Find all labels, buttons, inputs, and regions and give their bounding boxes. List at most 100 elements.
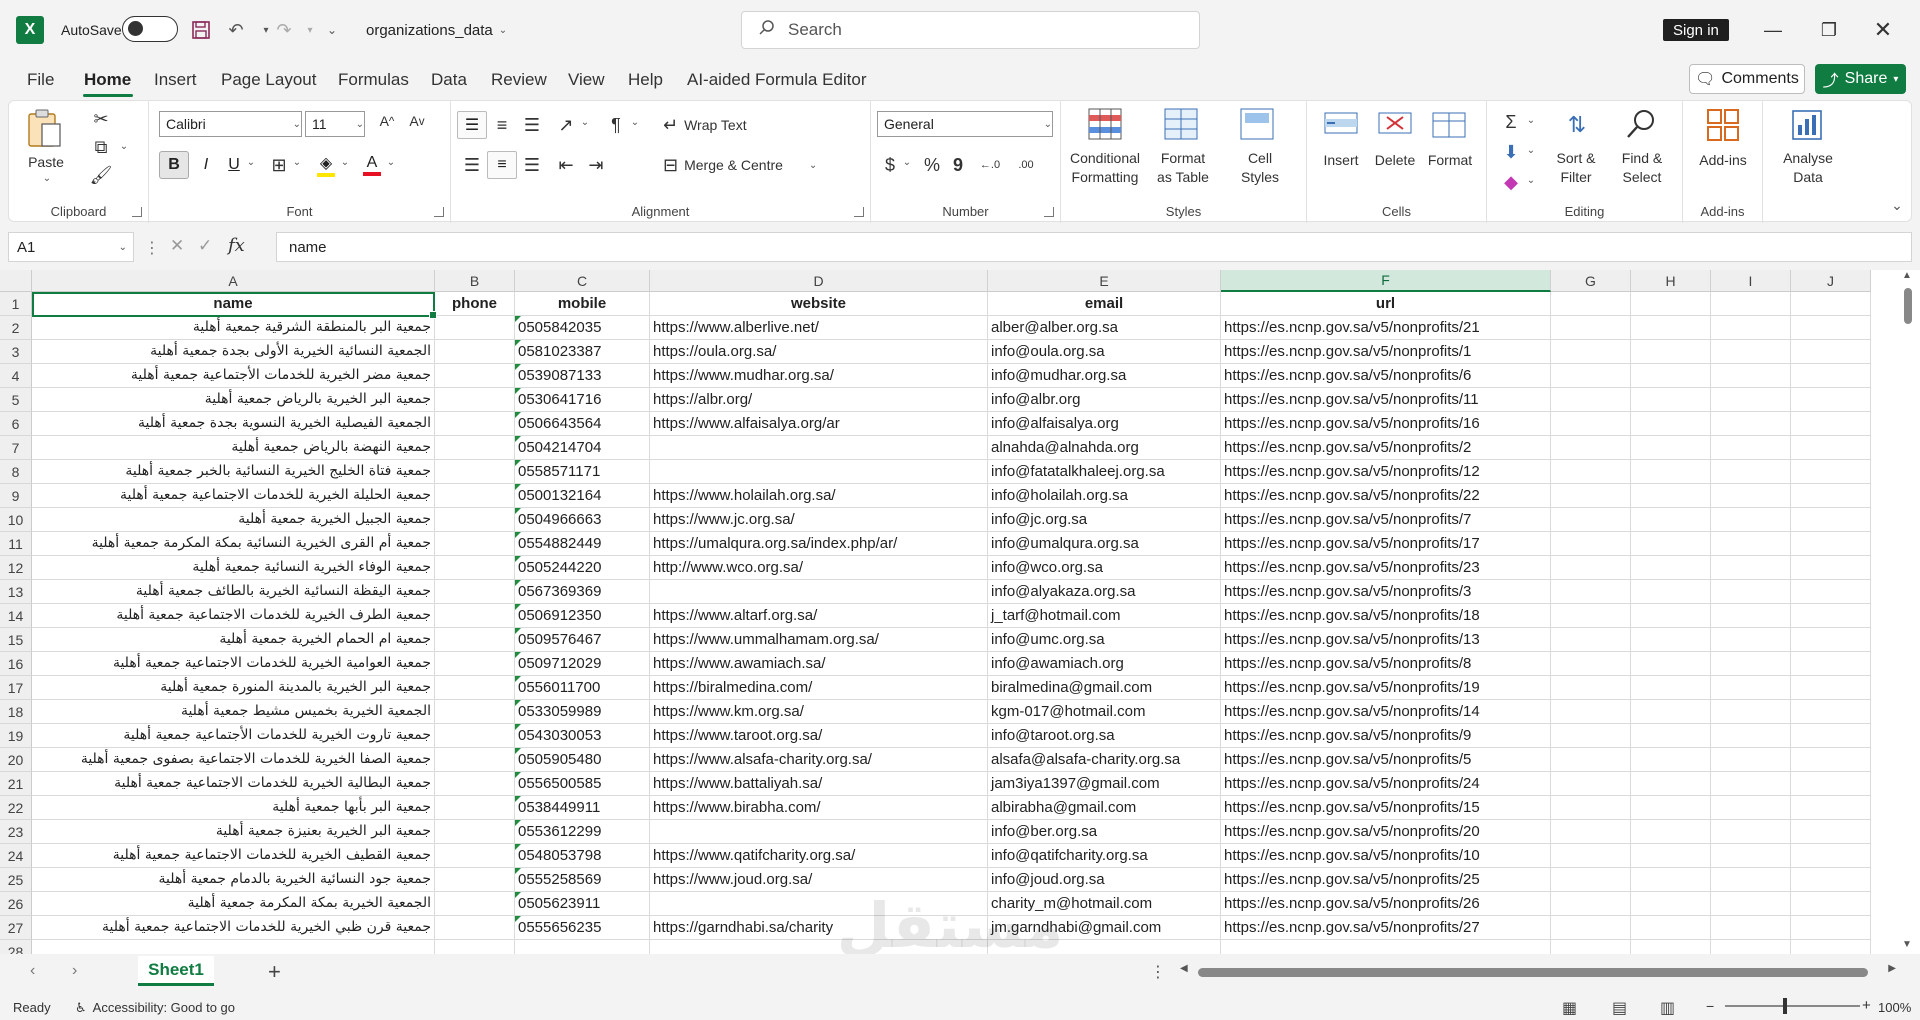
zoom-out-icon[interactable]: − [1706, 998, 1714, 1014]
table-cell[interactable]: الجمعية الخيرية بمكة المكرمة جمعية أهلية [32, 892, 435, 916]
column-header-g[interactable]: G [1551, 270, 1631, 292]
empty-cell[interactable] [1711, 340, 1791, 364]
empty-cell[interactable] [650, 940, 988, 954]
bold-button[interactable]: B [159, 151, 189, 179]
table-cell[interactable] [435, 892, 515, 916]
horizontal-scrollbar[interactable]: ◀ ▶ [1180, 963, 1896, 981]
table-cell[interactable] [650, 820, 988, 844]
table-cell[interactable]: الجمعية النسائية الخيرية الأولى بجدة جمع… [32, 340, 435, 364]
page-layout-view-icon[interactable]: ▤ [1612, 998, 1627, 1018]
font-name-select[interactable]: Calibri ⌄ [159, 111, 302, 137]
row-header[interactable]: 10 [0, 508, 32, 532]
empty-cell[interactable] [1551, 604, 1631, 628]
tab-formulas[interactable]: Formulas [338, 66, 409, 94]
accessibility-status[interactable]: ♿ Accessibility: Good to go [75, 1000, 235, 1016]
empty-cell[interactable] [1631, 388, 1711, 412]
empty-cell[interactable] [1791, 436, 1871, 460]
table-cell[interactable]: 0554882449 [515, 532, 650, 556]
empty-cell[interactable] [1631, 508, 1711, 532]
empty-cell[interactable] [1791, 868, 1871, 892]
empty-cell[interactable] [1551, 364, 1631, 388]
empty-cell[interactable] [1711, 412, 1791, 436]
tab-insert[interactable]: Insert [154, 66, 197, 94]
empty-cell[interactable] [1631, 340, 1711, 364]
table-cell[interactable] [435, 556, 515, 580]
table-cell[interactable]: info@alyakaza.org.sa [988, 580, 1221, 604]
table-cell[interactable]: جمعية الحليلة الخيرية للخدمات الاجتماعية… [32, 484, 435, 508]
table-cell[interactable]: 0533059989 [515, 700, 650, 724]
empty-cell[interactable] [1551, 796, 1631, 820]
row-header[interactable]: 12 [0, 556, 32, 580]
tab-home[interactable]: Home [84, 66, 131, 94]
empty-cell[interactable] [1791, 556, 1871, 580]
autosum-dropdown-icon[interactable]: ⌄ [1525, 115, 1537, 126]
sign-in-button[interactable]: Sign in [1663, 19, 1729, 41]
empty-cell[interactable] [1631, 628, 1711, 652]
table-cell[interactable]: جمعية مضر الخيرية للخدمات الأجتماعية جمع… [32, 364, 435, 388]
number-format-select[interactable]: General ⌄ [877, 111, 1053, 137]
table-cell[interactable]: https://www.km.org.sa/ [650, 700, 988, 724]
table-cell[interactable] [435, 868, 515, 892]
empty-cell[interactable] [435, 940, 515, 954]
table-cell[interactable]: https://www.alberlive.net/ [650, 316, 988, 340]
empty-cell[interactable] [1791, 412, 1871, 436]
row-header[interactable]: 1 [0, 292, 32, 316]
empty-cell[interactable] [1631, 916, 1711, 940]
empty-cell[interactable] [1631, 436, 1711, 460]
empty-cell[interactable] [1711, 652, 1791, 676]
cut-icon[interactable]: ✂ [89, 107, 113, 131]
empty-cell[interactable] [1551, 652, 1631, 676]
empty-cell[interactable] [1791, 580, 1871, 604]
copy-dropdown-icon[interactable]: ⌄ [117, 141, 131, 152]
empty-cell[interactable] [1791, 388, 1871, 412]
decrease-font-icon[interactable]: Av [405, 113, 429, 129]
empty-cell[interactable] [1791, 508, 1871, 532]
underline-dropdown-icon[interactable]: ⌄ [245, 157, 257, 168]
file-name[interactable]: organizations_data ⌄ [366, 18, 507, 42]
clear-dropdown-icon[interactable]: ⌄ [1525, 175, 1537, 186]
table-cell[interactable]: https://es.ncnp.gov.sa/v5/nonprofits/16 [1221, 412, 1551, 436]
table-cell[interactable]: https://es.ncnp.gov.sa/v5/nonprofits/9 [1221, 724, 1551, 748]
empty-cell[interactable] [1631, 604, 1711, 628]
table-cell[interactable]: info@umalqura.org.sa [988, 532, 1221, 556]
paste-button[interactable]: Paste [21, 153, 71, 172]
table-cell[interactable]: 0556011700 [515, 676, 650, 700]
table-cell[interactable]: https://www.altarf.org.sa/ [650, 604, 988, 628]
table-cell[interactable]: جمعية الوفاء الخيرية النسائية جمعية أهلي… [32, 556, 435, 580]
table-cell[interactable]: https://www.battaliyah.sa/ [650, 772, 988, 796]
empty-cell[interactable] [1711, 724, 1791, 748]
table-cell[interactable]: جمعية البر الخيرية بالمدينة المنورة جمعي… [32, 676, 435, 700]
table-cell[interactable] [435, 628, 515, 652]
table-cell[interactable]: 0556500585 [515, 772, 650, 796]
table-cell[interactable]: https://www.qatifcharity.org.sa/ [650, 844, 988, 868]
empty-cell[interactable] [1711, 820, 1791, 844]
table-cell[interactable]: https://garndhabi.sa/charity [650, 916, 988, 940]
empty-cell[interactable] [1791, 316, 1871, 340]
table-cell[interactable]: info@joud.org.sa [988, 868, 1221, 892]
table-cell[interactable]: 0509712029 [515, 652, 650, 676]
more-options-icon[interactable]: ⋮ [144, 238, 160, 258]
table-cell[interactable]: 0504214704 [515, 436, 650, 460]
table-cell[interactable]: alsafa@alsafa-charity.org.sa [988, 748, 1221, 772]
empty-cell[interactable] [1551, 844, 1631, 868]
empty-cell[interactable] [1551, 508, 1631, 532]
table-cell[interactable]: http://www.wco.org.sa/ [650, 556, 988, 580]
table-cell[interactable]: https://www.alsafa-charity.org.sa/ [650, 748, 988, 772]
table-cell[interactable]: جمعية العوامية الخيرية للخدمات الاجتماعي… [32, 652, 435, 676]
table-cell[interactable] [435, 604, 515, 628]
empty-cell[interactable] [1551, 868, 1631, 892]
format-as-table-button[interactable]: Format as Table [1153, 149, 1213, 187]
undo-icon[interactable]: ↶ [222, 16, 250, 44]
header-cell[interactable]: name [32, 292, 435, 316]
formula-input[interactable]: name [276, 232, 1912, 262]
table-cell[interactable]: biralmedina@gmail.com [988, 676, 1221, 700]
header-cell[interactable]: website [650, 292, 988, 316]
table-cell[interactable]: https://www.mudhar.org.sa/ [650, 364, 988, 388]
empty-cell[interactable] [1551, 820, 1631, 844]
table-cell[interactable]: https://es.ncnp.gov.sa/v5/nonprofits/20 [1221, 820, 1551, 844]
align-bottom-icon[interactable]: ☰ [517, 111, 547, 139]
empty-cell[interactable] [1711, 772, 1791, 796]
empty-cell[interactable] [1551, 940, 1631, 954]
table-cell[interactable] [435, 580, 515, 604]
empty-cell[interactable] [1711, 868, 1791, 892]
